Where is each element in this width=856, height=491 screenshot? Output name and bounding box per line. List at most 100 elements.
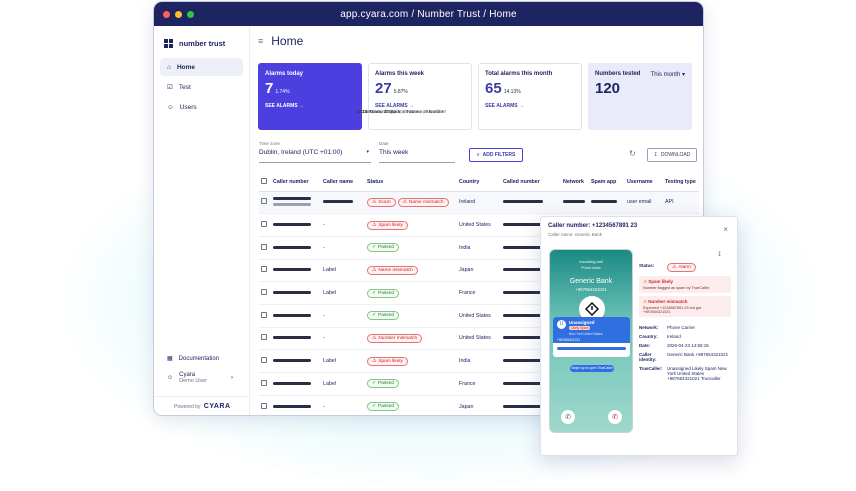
date-select[interactable]: Date This week [379, 141, 455, 163]
status-badge: ⚠ Alarm [667, 263, 696, 272]
column-header[interactable]: Called number [501, 173, 561, 192]
country-cell: Japan [457, 259, 501, 283]
redacted-value [503, 381, 543, 385]
redacted-value [591, 200, 617, 204]
alert-box: ⚠ Number mismatch Expected +1234567891 23… [639, 296, 731, 317]
username-cell: user email [625, 191, 663, 215]
menu-icon[interactable]: ≡ [258, 36, 263, 46]
status-badge: ✓ Passed [367, 288, 400, 298]
detail-value: Phone Carrier [667, 325, 696, 330]
column-header[interactable]: Spam app [589, 173, 625, 192]
caller-name: Generic Bank [569, 278, 613, 285]
caller-name-cell: - [321, 213, 365, 237]
download-icon: ↧ [653, 152, 658, 158]
country-cell: Ireland [457, 191, 501, 215]
stats-cards: Alarms today 7 1.74% ▲ 3 Scam, 1 Spam, 1 Na… [258, 63, 692, 130]
download-icon[interactable]: ↧ [717, 251, 722, 258]
redacted-value [503, 200, 543, 204]
sidebar-item-home[interactable]: ⌂ Home [160, 58, 243, 76]
timezone-select[interactable]: Time zone Dublin, Ireland (UTC +01:00) ▾ [259, 141, 371, 163]
select-all-checkbox[interactable] [261, 177, 267, 184]
sidebar: number trust ⌂ Home ☑ Test ☺ Users ▦ Document… [154, 26, 250, 415]
row-checkbox[interactable] [261, 289, 267, 296]
row-checkbox[interactable] [261, 266, 267, 273]
caller-number-cell [271, 349, 321, 373]
row-checkbox[interactable] [261, 221, 267, 228]
status-badge: ⚠ Scam [367, 197, 396, 207]
sidebar-nav: ⌂ Home ☑ Test ☺ Users [154, 58, 249, 116]
sidebar-item-users[interactable]: ☺ Users [160, 98, 243, 116]
redacted-value [503, 291, 543, 295]
page-header: ≡ Home [258, 34, 703, 48]
redacted-value [273, 245, 311, 249]
column-header[interactable]: Testing type [663, 173, 699, 192]
status-cell: ⚠ Number mismatch [365, 327, 457, 351]
filter-icon: ≡ [476, 152, 480, 158]
powered-by-label: Powered by [174, 404, 201, 410]
alert-title: ⚠ Number mismatch [643, 299, 688, 304]
column-header[interactable]: Country [457, 173, 501, 192]
column-header[interactable]: Status [365, 173, 457, 192]
panel-title: Caller number: +1234567891 23 [548, 223, 638, 229]
row-checkbox[interactable] [261, 357, 267, 364]
truecaller-location: New York United States [569, 332, 603, 336]
refresh-icon[interactable]: ↻ [629, 149, 636, 158]
column-header[interactable]: Caller name [321, 173, 365, 192]
called-number-cell [501, 191, 561, 215]
user-avatar-icon: ☺ [167, 375, 174, 381]
status-badge-label: Alarm [678, 265, 691, 270]
caller-number-cell [271, 236, 321, 260]
row-checkbox[interactable] [261, 243, 267, 250]
detail-key: Network: [639, 325, 659, 330]
card-detail: 430 tests conducted [356, 110, 399, 115]
stat-card: Numbers tested This month ▾ 120 430 tests c… [356, 63, 692, 130]
status-cell: ✓ Passed [365, 395, 457, 415]
incoming-call-label: Incoming call [579, 259, 603, 264]
row-checkbox[interactable] [261, 379, 267, 386]
redacted-value [273, 313, 311, 317]
column-header[interactable]: Username [625, 173, 663, 192]
country-cell: United States [457, 304, 501, 328]
page-title: Home [271, 34, 304, 48]
alert-message: Number flagged as spam by TrueCaller. [643, 286, 710, 290]
caller-name-cell: - [321, 327, 365, 351]
chevron-right-icon: › [230, 375, 233, 381]
redacted-value [503, 313, 543, 317]
sidebar-item-test[interactable]: ☑ Test [160, 78, 243, 96]
close-icon[interactable]: × [723, 225, 728, 234]
see-alarms-link[interactable]: SEE ALARMS → [265, 103, 355, 109]
period-select[interactable]: This month ▾ [651, 71, 685, 78]
detail-key: Country: [639, 334, 658, 339]
documentation-link[interactable]: ▦ Documentation [167, 355, 250, 363]
table-row[interactable]: ⚠ Scam ⚠ Name mismatch Ireland user email AP… [259, 191, 699, 215]
row-checkbox[interactable] [261, 334, 267, 341]
user-menu[interactable]: ☺ Cyara Demo User › [167, 372, 250, 384]
caller-number-cell [271, 395, 321, 415]
row-checkbox[interactable] [261, 311, 267, 318]
column-header[interactable]: Caller number [271, 173, 321, 192]
see-alarms-link[interactable]: SEE ALARMS → [375, 103, 465, 109]
see-alarms-link[interactable]: SEE ALARMS → [485, 103, 575, 109]
detail-row: Caller identity: Generic Bank +9876543210… [639, 352, 731, 362]
download-button[interactable]: ↧ DOWNLOAD [647, 148, 697, 162]
column-header[interactable]: Network [561, 173, 589, 192]
add-filters-button[interactable]: ≡ ADD FILTERS [469, 148, 523, 162]
caller-number-cell [271, 327, 321, 351]
redacted-value [273, 291, 311, 295]
card-percent: 1.74% [275, 89, 290, 95]
redacted-value [273, 203, 311, 207]
caller-number-cell [271, 191, 321, 215]
country-cell: Japan [457, 395, 501, 415]
sidebar-item-label: Users [179, 103, 197, 111]
decline-call-icon: ✆ [608, 410, 622, 424]
details-list: Network: Phone Carrier Country: Ireland Date… [639, 325, 731, 381]
redacted-value [273, 197, 311, 201]
row-checkbox[interactable] [261, 402, 267, 409]
country-cell: United States [457, 327, 501, 351]
caller-name-cell: Label [321, 372, 365, 396]
sidebar-item-label: Test [178, 83, 191, 91]
status-cell: ✓ Passed [365, 236, 457, 260]
home-icon: ⌂ [167, 63, 171, 71]
status-badge: ⚠ Spam likely [367, 356, 408, 366]
row-checkbox[interactable] [261, 198, 267, 205]
